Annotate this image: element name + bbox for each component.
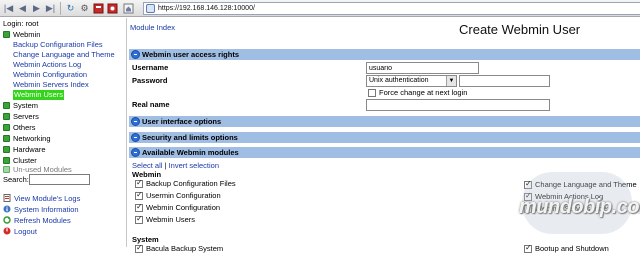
sidebar-category-webmin[interactable]: Webmin [3,30,40,40]
toolbar-divider [60,2,61,15]
last-page-icon[interactable]: ▶| [44,2,57,15]
sidebar-category-hardware[interactable]: Hardware [3,145,46,155]
force-change-checkbox[interactable] [368,89,376,97]
folder-icon [3,146,10,153]
page-title: Create Webmin User [459,22,581,37]
sidebar-item-webmin-users[interactable]: Webmin Users [13,90,65,100]
module-checkbox[interactable] [135,243,143,253]
logs-icon [3,194,11,202]
module-label: Webmin Configuration [146,203,221,212]
folder-icon [3,135,10,142]
folder-icon [3,113,10,120]
view-logs-link[interactable]: View Module's Logs [3,194,80,204]
forward-icon[interactable]: ▶ [30,2,43,15]
watermark-logo: mundobip.com [519,196,640,218]
module-index-link[interactable]: Module Index [130,23,175,32]
reload-icon[interactable]: ↻ [64,2,77,15]
invert-selection-link[interactable]: Invert selection [169,161,219,170]
sidebar-category-servers[interactable]: Servers [3,112,39,122]
expand-icon[interactable] [131,133,140,142]
module-label: Backup Configuration Files [146,179,236,188]
search-label: Search: [3,175,29,184]
selection-links: Select all | Invert selection [132,161,219,170]
module-label: Usermin Configuration [146,191,221,200]
home-icon[interactable] [122,2,135,15]
folder-icon [3,124,10,131]
sidebar-item-webmin-config[interactable]: Webmin Configuration [13,70,87,80]
folder-icon [3,102,10,109]
search-input[interactable] [29,174,90,185]
system-info-link[interactable]: System Information [3,205,79,215]
folder-icon [3,157,10,164]
module-checkbox[interactable] [135,214,143,224]
module-label: Webmin Users [146,215,196,224]
sidebar-category-others[interactable]: Others [3,123,36,133]
bookmark-icon[interactable] [92,2,105,15]
address-bar[interactable]: https://192.168.146.128:10000/ [143,2,640,15]
username-input[interactable] [366,62,479,74]
select-all-link[interactable]: Select all [132,161,162,170]
section-security[interactable]: Security and limits options [129,132,640,143]
force-change-label: Force change at next login [379,88,468,97]
password-label: Password [132,76,168,85]
info-icon [3,205,11,213]
collapse-icon[interactable] [131,50,140,59]
chevron-down-icon: ▼ [446,76,456,86]
refresh-icon [3,216,11,224]
sidebar-category-networking[interactable]: Networking [3,134,51,144]
logout-icon [3,227,11,235]
back-icon[interactable]: ◀ [16,2,29,15]
password-mode-select[interactable]: Unix authentication ▼ [366,75,457,87]
sidebar-item-actions-log[interactable]: Webmin Actions Log [13,60,81,70]
module-checkbox[interactable] [135,190,143,200]
section-access-rights[interactable]: Webmin user access rights [129,49,640,60]
first-page-icon[interactable]: |◀ [2,2,15,15]
realname-label: Real name [132,100,170,109]
sidebar-item-backup-config[interactable]: Backup Configuration Files [13,40,103,50]
logout-link[interactable]: Logout [3,227,37,237]
sidebar: Login: root Webmin Backup Configuration … [0,18,127,247]
expand-icon[interactable] [131,117,140,126]
collapse-icon[interactable] [131,148,140,157]
login-label: Login: root [3,19,39,28]
sidebar-category-system[interactable]: System [3,101,38,111]
module-checkbox[interactable] [135,178,143,188]
realname-input[interactable] [366,99,550,111]
module-label: Bootup and Shutdown [535,244,609,253]
password-input[interactable] [459,75,550,87]
module-checkbox[interactable] [135,202,143,212]
sidebar-item-servers-index[interactable]: Webmin Servers Index [13,80,89,90]
refresh-modules-link[interactable]: Refresh Modules [3,216,71,226]
browser-toolbar: |◀ ◀ ▶ ▶| ↻ ⚙ https://192.168.146.128:10… [0,0,640,17]
username-label: Username [132,63,169,72]
section-ui-options[interactable]: User interface options [129,116,640,127]
site-identity-icon[interactable] [146,4,155,13]
folder-icon [3,166,10,173]
link-separator: | [164,161,167,170]
sidebar-item-change-language[interactable]: Change Language and Theme [13,50,115,60]
section-modules[interactable]: Available Webmin modules [129,147,640,158]
settings-icon[interactable]: ⚙ [78,2,91,15]
folder-open-icon [3,31,10,38]
security-icon[interactable] [106,2,119,15]
module-label: Bacula Backup System [146,244,224,253]
url-text: https://192.168.146.128:10000/ [158,5,255,12]
module-checkbox[interactable] [524,243,532,253]
